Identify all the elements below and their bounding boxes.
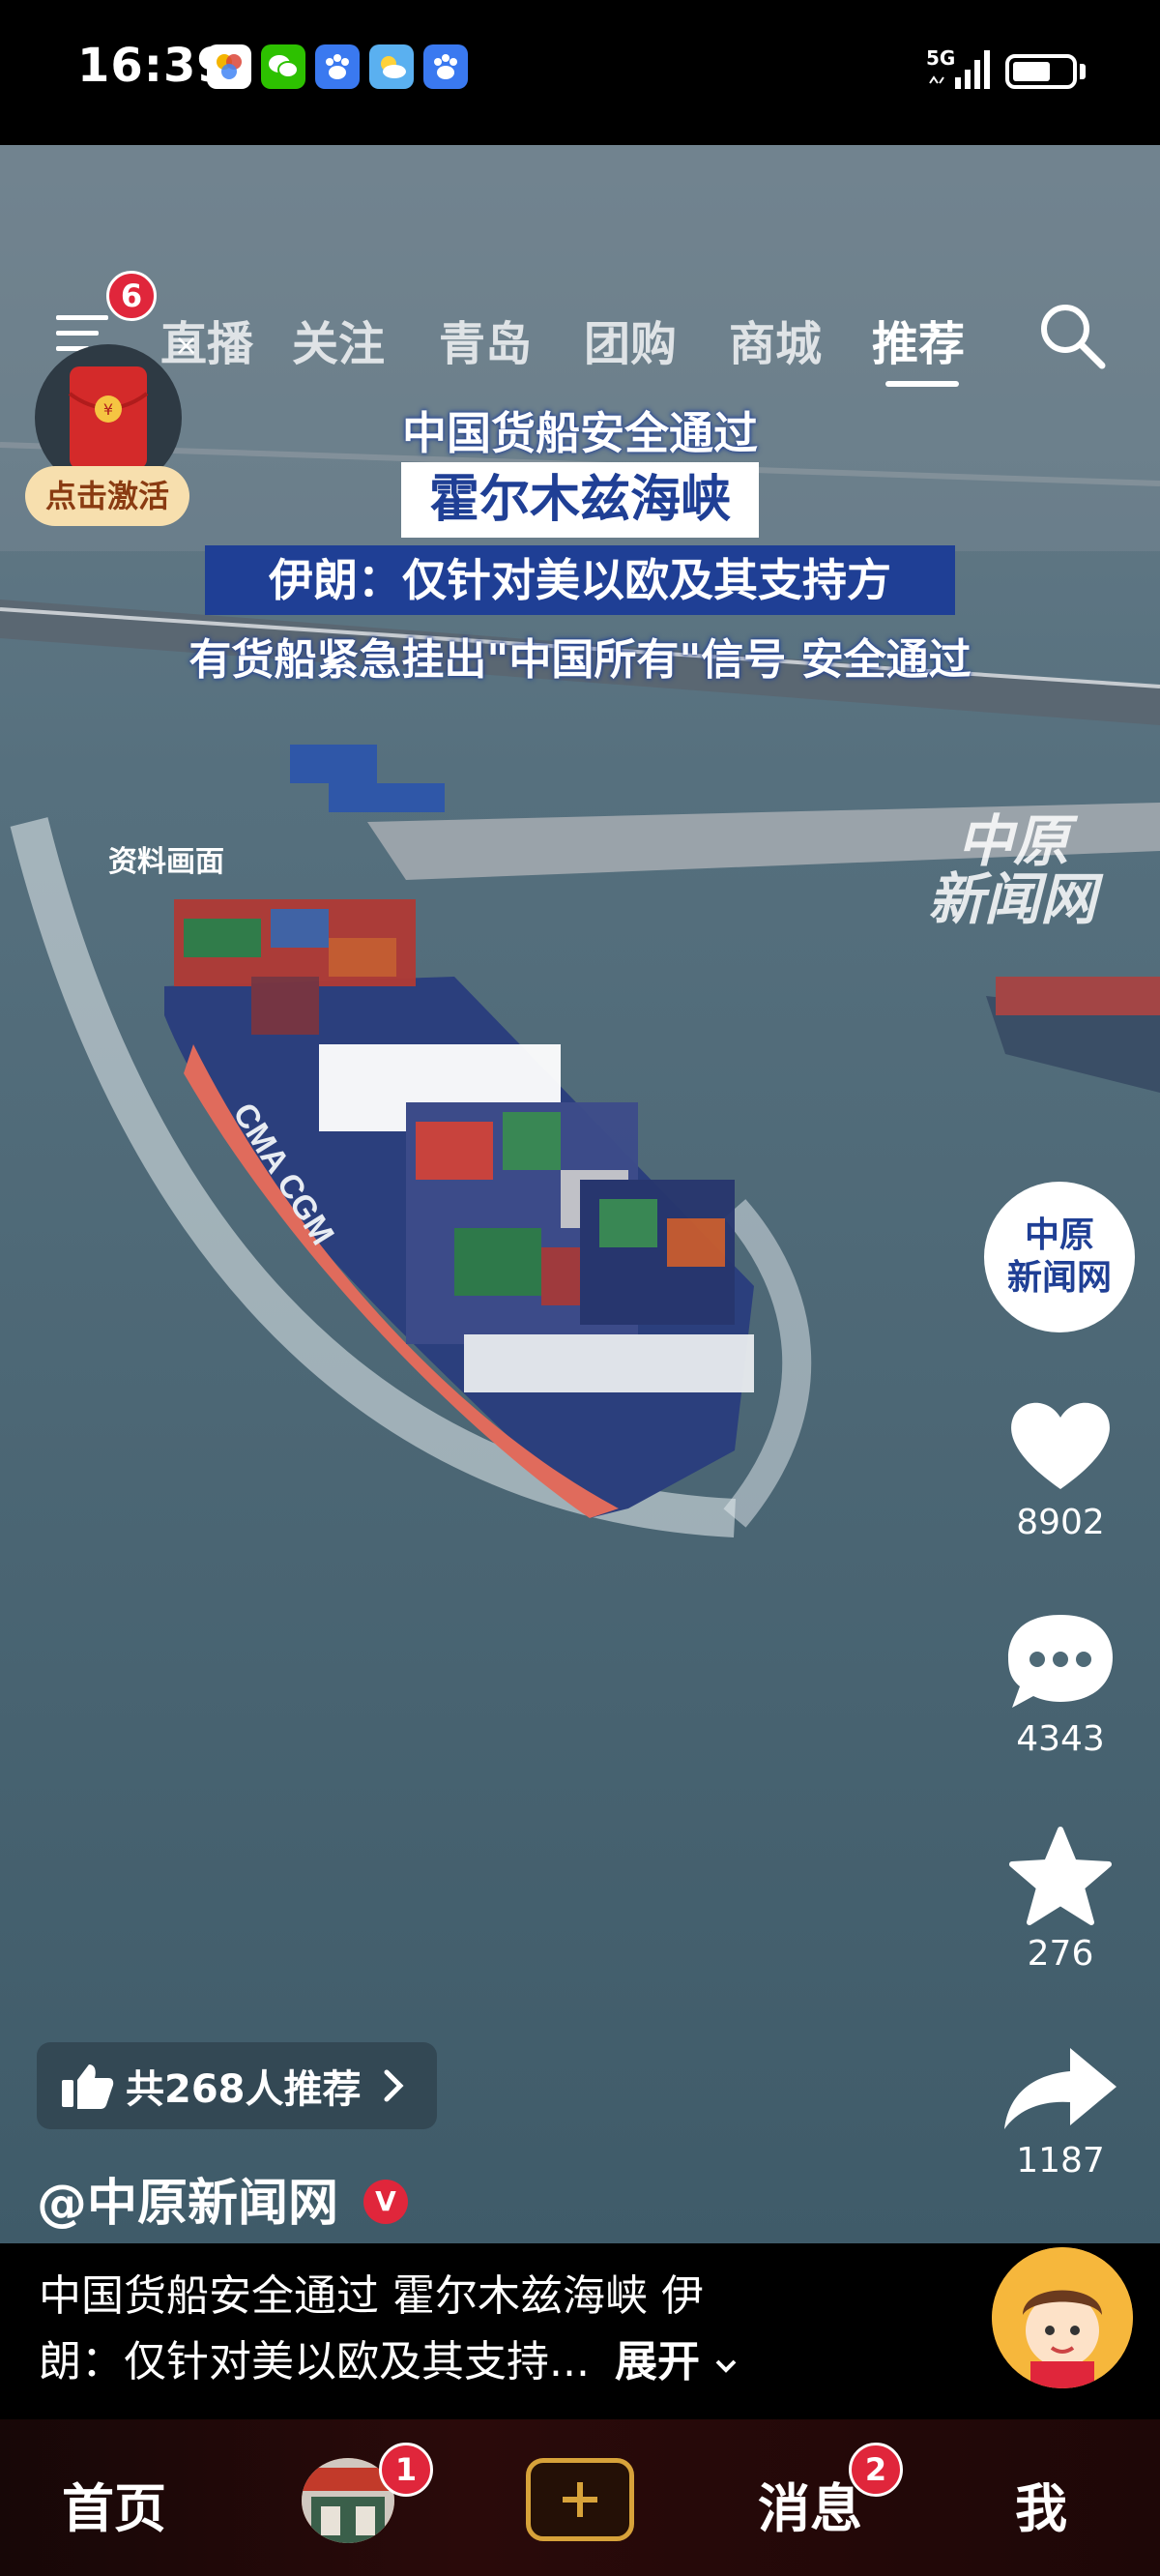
caption-line-1: 中国货船安全通过 — [402, 407, 758, 459]
weather-icon — [369, 44, 414, 89]
watermark-line-2: 新闻网 — [928, 866, 1097, 932]
caption-line-3: 伊朗：仅针对美以欧及其支持方 — [205, 545, 955, 615]
comment-icon — [1008, 1615, 1113, 1708]
baidu-icon — [423, 44, 468, 89]
recommend-label: 共268人推荐 — [126, 2067, 362, 2112]
battery-tip — [1080, 64, 1086, 79]
favorite-button[interactable]: 276 — [993, 1824, 1128, 1974]
like-button[interactable]: 8902 — [993, 1392, 1128, 1542]
chevron-down-icon — [715, 2359, 737, 2373]
live-badge: 1 — [379, 2443, 433, 2497]
tab-messages[interactable]: 消息 — [758, 2466, 862, 2542]
tab-follow[interactable]: 关注 — [292, 306, 385, 373]
battery-icon — [1005, 54, 1077, 89]
menu-badge: 6 — [106, 271, 157, 321]
promo-widget[interactable]: ¥ 点击激活 — [25, 344, 195, 528]
tab-home[interactable]: 首页 — [62, 2466, 166, 2542]
archive-label: 资料画面 — [108, 845, 224, 879]
description-line-2: 朗：仅针对美以欧及其支持... 展开 — [39, 2327, 739, 2388]
like-count: 8902 — [1016, 1503, 1105, 1542]
active-tab-indicator — [885, 381, 959, 387]
plus-icon — [563, 2482, 597, 2517]
verified-badge: V — [363, 2180, 408, 2224]
chevron-right-icon — [384, 2069, 404, 2102]
tab-recommend[interactable]: 推荐 — [872, 306, 965, 373]
bottom-tab-bar: 首页 1 消息 2 我 — [0, 2419, 1160, 2576]
star-icon — [1009, 1827, 1112, 1925]
watermark: 中原 新闻网 — [928, 812, 1096, 928]
baidu-icon — [315, 44, 360, 89]
tab-qingdao[interactable]: 青岛 — [439, 306, 532, 373]
share-count: 1187 — [1016, 2141, 1105, 2181]
messages-badge: 2 — [849, 2443, 903, 2497]
colorful-app-icon — [207, 44, 251, 89]
author-name[interactable]: @中原新闻网 — [37, 2162, 338, 2235]
music-avatar[interactable] — [992, 2247, 1133, 2388]
tab-groupbuy[interactable]: 团购 — [584, 306, 677, 373]
recommend-pill[interactable]: 共268人推荐 — [37, 2042, 437, 2129]
video-player[interactable]: CMA CGM 中国货船安全通过 霍尔木兹海峡 伊朗：仅针对美以欧及其支持方 有… — [0, 145, 1160, 2243]
status-bar: 16:39 5G — [0, 0, 1160, 145]
share-icon — [1004, 2048, 1116, 2129]
comment-button[interactable]: 4343 — [993, 1609, 1128, 1759]
description-line-1: 中国货船安全通过 霍尔木兹海峡 伊 — [39, 2271, 704, 2321]
heart-icon — [1011, 1402, 1110, 1489]
svg-text:¥: ¥ — [103, 400, 113, 419]
search-icon — [1041, 305, 1106, 369]
tab-mall[interactable]: 商城 — [729, 306, 822, 373]
promo-close-button[interactable]: × — [174, 329, 198, 363]
caption-line-4: 有货船紧急挂出"中国所有"信号 安全通过 — [188, 635, 972, 685]
avatar-line-2: 新闻网 — [1006, 1258, 1112, 1298]
tab-me[interactable]: 我 — [1015, 2466, 1067, 2542]
favorite-count: 276 — [1027, 1934, 1094, 1974]
author-avatar[interactable]: 中原 新闻网 — [984, 1182, 1135, 1332]
wechat-icon — [261, 44, 305, 89]
create-button[interactable] — [526, 2458, 634, 2541]
avatar-line-1: 中原 — [1024, 1215, 1094, 1255]
description-line-2-text: 朗：仅针对美以欧及其支持... — [39, 2337, 590, 2386]
comment-count: 4343 — [1016, 1719, 1105, 1759]
watermark-line-1: 中原 — [957, 808, 1070, 874]
cartoon-girl-icon — [992, 2247, 1133, 2388]
video-description[interactable]: 中国货船安全通过 霍尔木兹海峡 伊 朗：仅针对美以欧及其支持... 展开 — [0, 2243, 1160, 2419]
search-button[interactable] — [1036, 300, 1108, 375]
caption-line-2: 霍尔木兹海峡 — [401, 462, 759, 538]
thumbs-up-icon — [62, 2064, 114, 2109]
promo-label: 点击激活 — [25, 466, 189, 526]
share-button[interactable]: 1187 — [993, 2040, 1128, 2181]
expand-button[interactable]: 展开 — [615, 2337, 700, 2386]
